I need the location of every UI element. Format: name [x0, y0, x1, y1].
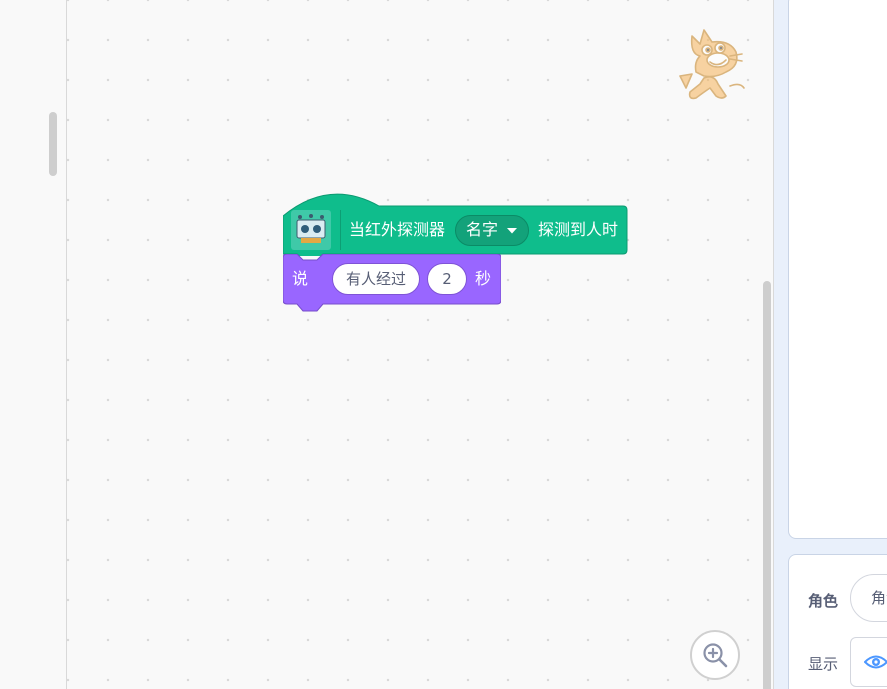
eye-icon	[864, 655, 887, 669]
hat-block-prefix: 当红外探测器	[349, 220, 446, 239]
say-message-input[interactable]: 有人经过	[332, 263, 420, 295]
infrared-sensor-icon	[291, 210, 331, 250]
code-workspace[interactable]	[67, 0, 774, 689]
say-block-label: 说	[292, 269, 309, 288]
dropdown-value: 名字	[466, 220, 499, 239]
sprite-label: 角色	[808, 592, 839, 610]
say-seconds-input[interactable]: 2	[427, 263, 467, 295]
say-for-seconds-block[interactable]: 说 有人经过 2 秒	[283, 254, 501, 312]
sprite-info-panel: 角色 角色1 显示	[788, 554, 887, 689]
infrared-hat-block[interactable]: 当红外探测器 名字 探测到人时	[283, 188, 628, 256]
palette-scrollbar[interactable]	[49, 112, 57, 176]
say-block-unit: 秒	[475, 269, 492, 288]
cat-sprite-icon	[679, 29, 745, 100]
chevron-down-icon	[507, 228, 517, 234]
sprite-name-field[interactable]: 角色1	[850, 574, 887, 622]
blocks-palette[interactable]	[0, 0, 67, 689]
show-sprite-toggle[interactable]	[850, 637, 887, 687]
hat-block-suffix: 探测到人时	[538, 220, 619, 239]
workspace-scrollbar[interactable]	[763, 281, 771, 689]
sensor-name-dropdown[interactable]: 名字	[455, 215, 529, 246]
zoom-in-icon	[703, 643, 728, 668]
hat-block-divider	[340, 210, 341, 250]
show-label: 显示	[808, 655, 839, 673]
zoom-in-button[interactable]	[690, 630, 740, 680]
stage-panel[interactable]	[788, 0, 887, 539]
editor-root: 当红外探测器 名字 探测到人时 说 有人经过 2 秒 角色 角色1 显示	[0, 0, 887, 689]
